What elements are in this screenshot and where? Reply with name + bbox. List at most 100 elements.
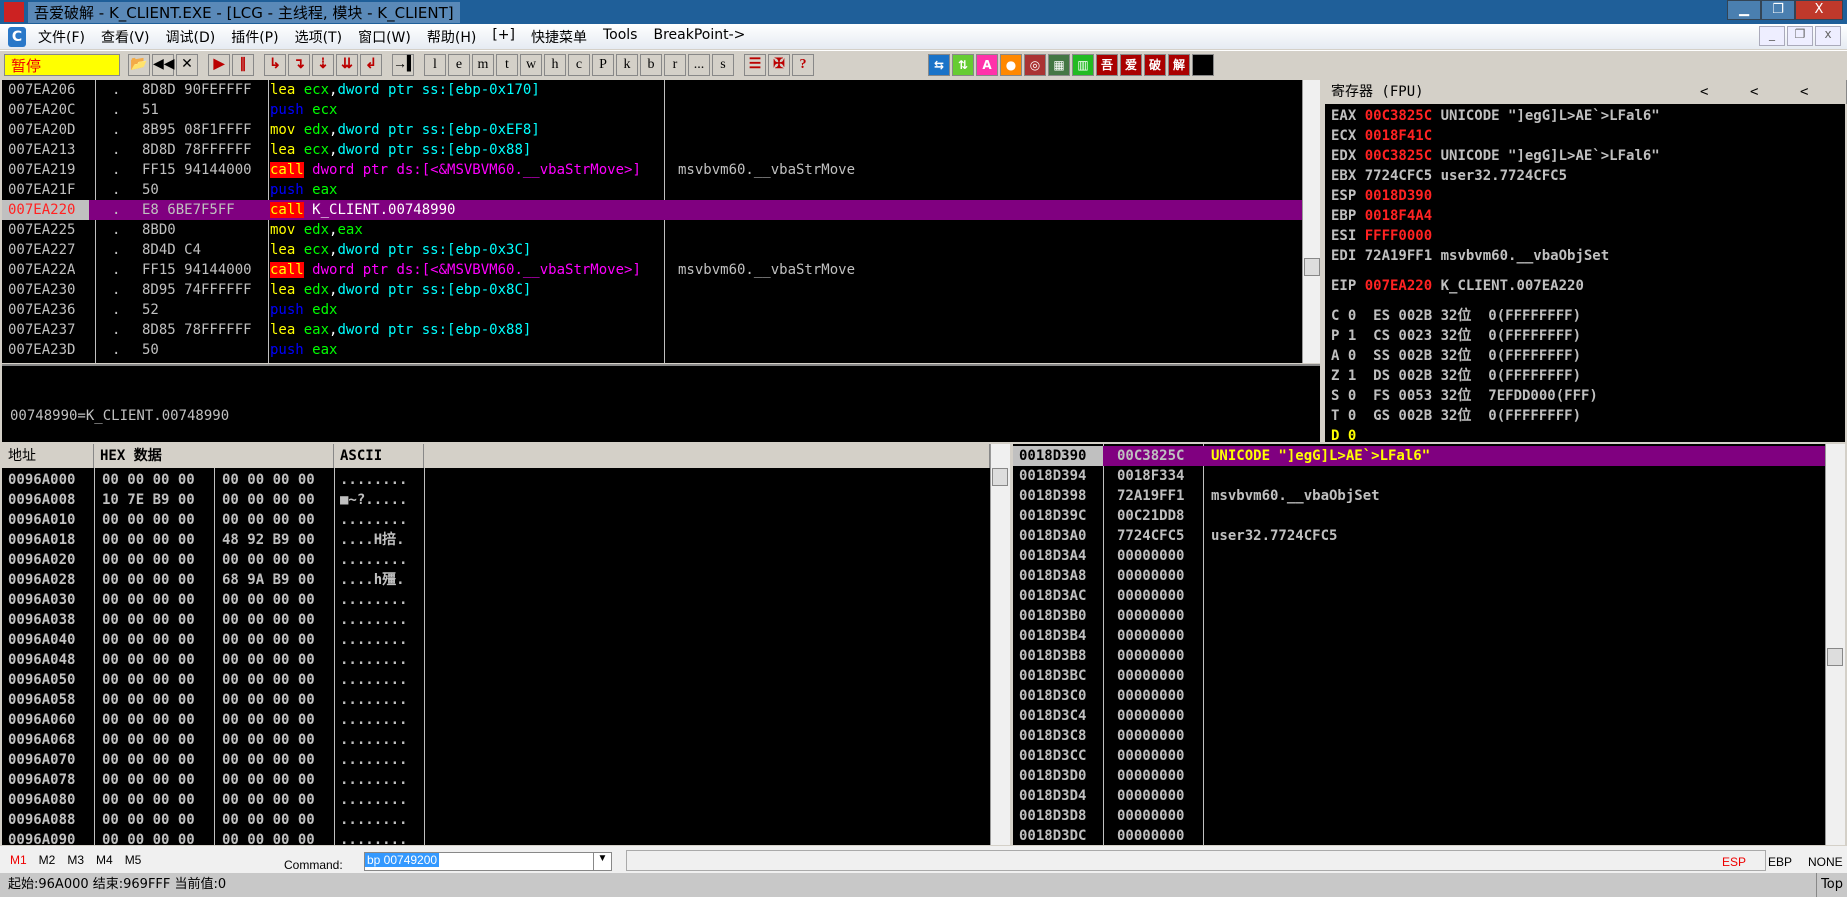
execute-till-return-button-icon[interactable]: ↲ — [360, 53, 382, 76]
disassembly-scrollbar[interactable] — [1302, 80, 1320, 363]
registers-pane[interactable]: EAX 00C3825C UNICODE "]egG]L>AE`>LFal6" E… — [1325, 104, 1845, 442]
stack-row[interactable]: 0018D3C0 00000000 — [1013, 686, 1825, 706]
stack-row[interactable]: 0018D3AC 00000000 — [1013, 586, 1825, 606]
step-into-button-icon[interactable]: ↳ — [264, 53, 286, 76]
menu-item[interactable]: BreakPoint-> — [645, 27, 753, 47]
mdi-minimize-button[interactable]: _ — [1759, 26, 1785, 46]
help-button-icon[interactable]: ? — [792, 53, 814, 76]
disasm-row[interactable]: 007EA219. FF15 94144000 call dword ptr ds:… — [2, 160, 1302, 180]
swap-plugin-icon[interactable]: ⇆ — [928, 53, 950, 76]
list-button-icon[interactable]: ☰ — [744, 53, 766, 76]
stack-row[interactable]: 0018D398 72A19FF1 msvbvm60.__vbaObjSet — [1013, 486, 1825, 506]
register-value[interactable]: 7724CFC5 — [1365, 168, 1432, 184]
trace-over-button-icon[interactable]: ⇊ — [336, 53, 358, 76]
window-button-10[interactable]: r — [664, 53, 686, 76]
mode-esp[interactable]: ESP — [1722, 855, 1746, 869]
restore-button[interactable]: ❐ — [1761, 0, 1795, 20]
disasm-row[interactable]: 007EA236. 52 push edx — [2, 300, 1302, 320]
reg-arrow-3[interactable]: < — [1800, 80, 1808, 104]
dump-header-ascii[interactable]: ASCII — [334, 444, 424, 468]
dump-row[interactable]: 0096A068 00 00 00 00 00 00 00 00........ — [2, 730, 990, 750]
options-button-icon[interactable]: ✠ — [768, 53, 790, 76]
a-plugin-icon[interactable]: A — [976, 53, 998, 76]
mdi-close-button[interactable]: x — [1815, 26, 1841, 46]
stack-row[interactable]: 0018D3A4 00000000 — [1013, 546, 1825, 566]
reg-arrow-2[interactable]: < — [1750, 80, 1758, 104]
stack-row[interactable]: 0018D3DC 00000000 — [1013, 826, 1825, 845]
menu-item[interactable]: 调试(D) — [158, 27, 224, 47]
register-row[interactable]: EBP 0018F4A4 — [1325, 206, 1845, 226]
dump-row[interactable]: 0096A078 00 00 00 00 00 00 00 00........ — [2, 770, 990, 790]
window-button-2[interactable]: m — [472, 53, 494, 76]
menu-item[interactable]: 查看(V) — [93, 27, 158, 47]
dump-row[interactable]: 0096A008 10 7E B9 00 00 00 00 00 ■~?..... — [2, 490, 990, 510]
dump-row[interactable]: 0096A050 00 00 00 00 00 00 00 00........ — [2, 670, 990, 690]
close-button[interactable]: X — [1795, 0, 1843, 20]
stack-row[interactable]: 0018D3B8 00000000 — [1013, 646, 1825, 666]
ai-plugin-icon[interactable]: 爱 — [1120, 53, 1142, 76]
window-button-12[interactable]: s — [712, 53, 734, 76]
window-button-11[interactable]: ... — [688, 53, 710, 76]
stack-row[interactable]: 0018D3C4 00000000 — [1013, 706, 1825, 726]
dump-row[interactable]: 0096A080 00 00 00 00 00 00 00 00........ — [2, 790, 990, 810]
window-button-7[interactable]: P — [592, 53, 614, 76]
register-value[interactable]: 00C3825C — [1365, 148, 1432, 164]
menu-item[interactable]: 快捷菜单 — [523, 27, 595, 47]
binary-plugin-icon[interactable]: ▦ — [1048, 53, 1070, 76]
dump-row[interactable]: 0096A070 00 00 00 00 00 00 00 00........ — [2, 750, 990, 770]
target-plugin-icon[interactable]: ◎ — [1024, 53, 1046, 76]
memory-tab-M2[interactable]: M2 — [39, 853, 56, 867]
pause-button-icon[interactable]: ∥ — [232, 53, 254, 76]
dump-row[interactable]: 0096A048 00 00 00 00 00 00 00 00........ — [2, 650, 990, 670]
register-row[interactable]: EIP 007EA220 K_CLIENT.007EA220 — [1325, 276, 1845, 296]
open-button-icon[interactable]: 📂 — [128, 53, 150, 76]
disasm-row[interactable]: 007EA206. 8D8D 90FEFFFF lea ecx,dword ptr … — [2, 80, 1302, 100]
menu-item[interactable]: Tools — [595, 27, 646, 47]
memory-tab-M4[interactable]: M4 — [96, 853, 113, 867]
restart-button-icon[interactable]: ◀◀ — [152, 53, 175, 76]
memory-tab-M1[interactable]: M1 — [10, 853, 27, 867]
flag-row[interactable]: D 0 — [1325, 426, 1845, 442]
stack-row[interactable]: 0018D390 00C3825C UNICODE "]egG]L>AE`>LFal… — [1013, 446, 1825, 466]
menu-item[interactable]: 帮助(H) — [419, 27, 484, 47]
menu-item[interactable]: 窗口(W) — [350, 27, 419, 47]
menu-item[interactable]: [+] — [484, 27, 523, 47]
window-button-1[interactable]: e — [448, 53, 470, 76]
jie-plugin-icon[interactable]: 解 — [1168, 53, 1190, 76]
memory-tab-M5[interactable]: M5 — [125, 853, 142, 867]
po-plugin-icon[interactable]: 破 — [1144, 53, 1166, 76]
memory-tab-M3[interactable]: M3 — [67, 853, 84, 867]
trace-into-button-icon[interactable]: ⇣ — [312, 53, 334, 76]
register-row[interactable]: ESP 0018D390 — [1325, 186, 1845, 206]
flag-row[interactable]: C 0 ES 002B 32位 0(FFFFFFFF) — [1325, 306, 1845, 326]
dump-header-hex[interactable]: HEX 数据 — [94, 444, 334, 468]
dump-row[interactable]: 0096A090 00 00 00 00 00 00 00 00........ — [2, 830, 990, 845]
window-button-8[interactable]: k — [616, 53, 638, 76]
mdi-restore-button[interactable]: ❐ — [1787, 26, 1813, 46]
disasm-row[interactable]: 007EA20D. 8B95 08F1FFFF mov edx,dword ptr … — [2, 120, 1302, 140]
stack-row[interactable]: 0018D3CC 00000000 — [1013, 746, 1825, 766]
dump-row[interactable]: 0096A088 00 00 00 00 00 00 00 00........ — [2, 810, 990, 830]
register-row[interactable]: EDI 72A19FF1 msvbvm60.__vbaObjSet — [1325, 246, 1845, 266]
record-plugin-icon[interactable]: ● — [1000, 53, 1022, 76]
register-value[interactable]: FFFF0000 — [1365, 228, 1432, 244]
run-button-icon[interactable]: ▶ — [208, 53, 230, 76]
registers-header[interactable]: 寄存器 (FPU) < < < — [1325, 80, 1847, 104]
flag-row[interactable]: T 0 GS 002B 32位 0(FFFFFFFF) — [1325, 406, 1845, 426]
minimize-button[interactable]: ▁ — [1727, 0, 1761, 20]
disasm-row[interactable]: 007EA220. E8 6BE7F5FF call K_CLIENT.007489… — [2, 200, 1302, 220]
flag-row[interactable]: Z 1 DS 002B 32位 0(FFFFFFFF) — [1325, 366, 1845, 386]
stack-row[interactable]: 0018D3A0 7724CFC5 user32.7724CFC5 — [1013, 526, 1825, 546]
stack-row[interactable]: 0018D3D0 00000000 — [1013, 766, 1825, 786]
command-dropdown-icon[interactable]: ▼ — [593, 853, 611, 870]
dump-row[interactable]: 0096A040 00 00 00 00 00 00 00 00........ — [2, 630, 990, 650]
register-row[interactable]: ESI FFFF0000 — [1325, 226, 1845, 246]
disasm-row[interactable]: 007EA23D. 50 push eax — [2, 340, 1302, 360]
register-value[interactable]: 72A19FF1 — [1365, 248, 1432, 264]
stack-row[interactable]: 0018D3D4 00000000 — [1013, 786, 1825, 806]
stack-row[interactable]: 0018D394 0018F334 — [1013, 466, 1825, 486]
window-button-6[interactable]: c — [568, 53, 590, 76]
window-button-3[interactable]: t — [496, 53, 518, 76]
dump-row[interactable]: 0096A038 00 00 00 00 00 00 00 00........ — [2, 610, 990, 630]
register-row[interactable]: EBX 7724CFC5 user32.7724CFC5 — [1325, 166, 1845, 186]
